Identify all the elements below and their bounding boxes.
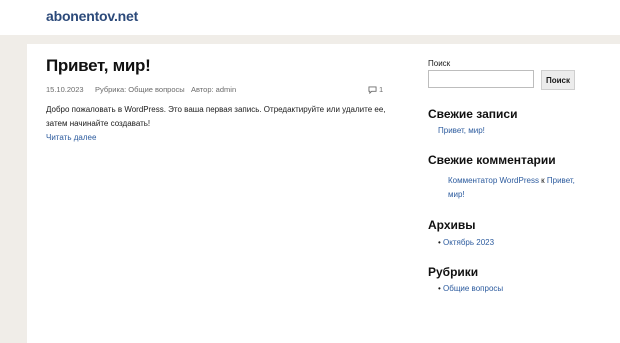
post-excerpt: Добро пожаловать в WordPress. Это ваша п… — [46, 105, 386, 128]
archive-item: • Октябрь 2023 — [438, 236, 494, 250]
search-button[interactable]: Поиск — [541, 70, 575, 90]
post-comments-link[interactable]: 1 — [368, 85, 383, 94]
archive-link[interactable]: Октябрь 2023 — [443, 238, 494, 247]
post-category[interactable]: Рубрика: Общие вопросы — [95, 85, 185, 94]
search-input[interactable] — [428, 70, 534, 88]
post-title[interactable]: Привет, мир! — [46, 56, 151, 76]
recent-comment-item: Комментатор WordPress к Привет, мир! — [448, 174, 588, 202]
site-header: abonentov.net — [0, 0, 620, 35]
comment-connector: к — [538, 176, 547, 185]
recent-comments-title: Свежие комментарии — [428, 153, 556, 167]
read-more-link[interactable]: Читать далее — [46, 133, 96, 142]
recent-post-link[interactable]: Привет, мир! — [438, 126, 485, 135]
archives-title: Архивы — [428, 218, 476, 232]
site-title-link[interactable]: abonentov.net — [46, 8, 138, 24]
recent-posts-title: Свежие записи — [428, 107, 518, 121]
search-label: Поиск — [428, 59, 451, 68]
comment-bubble-icon — [368, 85, 377, 94]
recent-post-item: Привет, мир! — [438, 124, 485, 138]
category-link[interactable]: Общие вопросы — [443, 284, 503, 293]
comment-author-link[interactable]: Комментатор WordPress — [448, 176, 539, 185]
comments-count: 1 — [379, 85, 384, 94]
category-item: • Общие вопросы — [438, 282, 503, 296]
categories-title: Рубрики — [428, 265, 479, 279]
post-author[interactable]: Автор: admin — [191, 85, 236, 94]
post-date[interactable]: 15.10.2023 — [46, 85, 84, 94]
